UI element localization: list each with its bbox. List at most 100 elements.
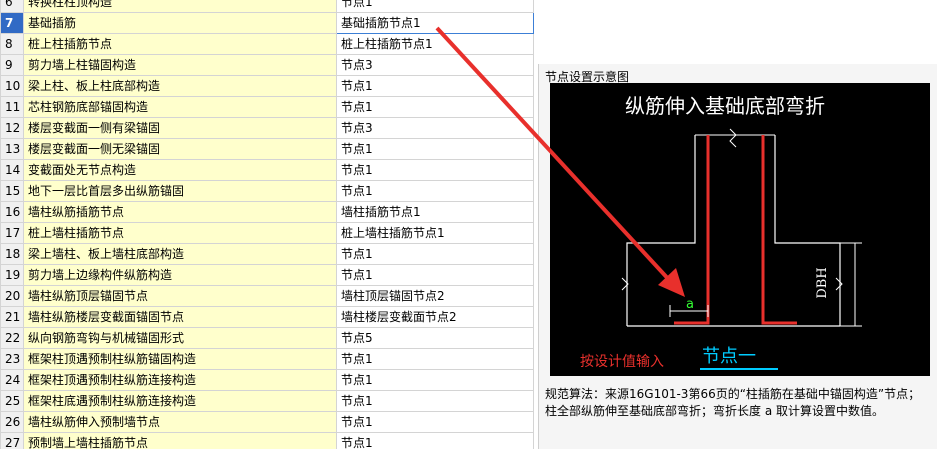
rebar-right — [761, 135, 797, 325]
setting-name-cell: 剪力墙上边缘构件纵筋构造 — [23, 264, 337, 286]
setting-value-cell[interactable]: 墙柱插筋节点1 — [336, 201, 534, 223]
setting-value-cell[interactable]: 节点1 — [336, 369, 534, 391]
input-note: 按设计值输入 — [580, 354, 664, 370]
setting-value-cell[interactable]: 节点1 — [336, 264, 534, 286]
row-number-cell: 21 — [0, 306, 24, 328]
table-row[interactable]: 24 框架柱顶遇预制柱纵筋连接构造 节点1 — [0, 369, 534, 391]
setting-name-cell: 墙柱纵筋插筋节点 — [23, 201, 337, 223]
setting-value-cell[interactable]: 节点1 — [336, 138, 534, 160]
row-number-cell: 10 — [0, 75, 24, 97]
row-number-cell: 26 — [0, 411, 24, 433]
table-row[interactable]: 16 墙柱纵筋插筋节点 墙柱插筋节点1 — [0, 201, 534, 223]
table-row[interactable]: 11 芯柱钢筋底部锚固构造 节点1 — [0, 96, 534, 118]
row-number-cell: 8 — [0, 33, 24, 55]
setting-name-cell: 框架柱顶遇预制柱纵筋锚固构造 — [23, 348, 337, 370]
row-number-cell: 11 — [0, 96, 24, 118]
setting-name-cell: 楼层变截面一侧无梁锚固 — [23, 138, 337, 160]
table-row[interactable]: 22 纵向钢筋弯钩与机械锚固形式 节点5 — [0, 327, 534, 349]
table-row[interactable]: 8 桩上柱插筋节点 桩上柱插筋节点1 — [0, 33, 534, 55]
setting-value-cell[interactable]: 节点1 — [336, 432, 534, 449]
node-diagram: 纵筋伸入基础底部弯折 a DBH 按设计值输入 节点一 — [550, 83, 930, 376]
setting-name-cell: 地下一层比首层多出纵筋锚固 — [23, 180, 337, 202]
row-number-cell: 7 — [0, 12, 24, 34]
row-number-cell: 12 — [0, 117, 24, 139]
foundation-outline-left — [626, 135, 696, 326]
row-number-cell: 23 — [0, 348, 24, 370]
setting-value-cell[interactable]: 节点1 — [336, 390, 534, 412]
table-row[interactable]: 15 地下一层比首层多出纵筋锚固 节点1 — [0, 180, 534, 202]
table-row[interactable]: 19 剪力墙上边缘构件纵筋构造 节点1 — [0, 264, 534, 286]
setting-name-cell: 梁上墙柱、板上墙柱底部构造 — [23, 243, 337, 265]
setting-name-cell: 梁上柱、板上柱底部构造 — [23, 75, 337, 97]
table-row[interactable]: 6 转换柱柱顶构造 节点1 — [0, 0, 534, 13]
row-number-cell: 19 — [0, 264, 24, 286]
setting-name-cell: 框架柱底遇预制柱纵筋连接构造 — [23, 390, 337, 412]
description-line-1: 规范算法：来源16G101-3第66页的“柱插筋在基础中锚固构造”节点； — [545, 387, 921, 401]
setting-name-cell: 楼层变截面一侧有梁锚固 — [23, 117, 337, 139]
setting-name-cell: 墙柱纵筋顶层锚固节点 — [23, 285, 337, 307]
dim-a-label: a — [686, 297, 694, 312]
break-mark-top — [729, 128, 737, 148]
settings-grid: 6 转换柱柱顶构造 节点1 7 基础插筋 基础插筋节点1 8 桩上柱插筋节点 桩上柱插筋节点1 9… — [0, 0, 538, 449]
setting-name-cell: 纵向钢筋弯钩与机械锚固形式 — [23, 327, 337, 349]
table-row[interactable]: 20 墙柱纵筋顶层锚固节点 墙柱顶层锚固节点2 — [0, 285, 534, 307]
table-row[interactable]: 21 墙柱纵筋楼层变截面锚固节点 墙柱楼层变截面节点2 — [0, 306, 534, 328]
table-row[interactable]: 27 预制墙上墙柱插筋节点 节点1 — [0, 432, 534, 449]
settings-table: 6 转换柱柱顶构造 节点1 7 基础插筋 基础插筋节点1 8 桩上柱插筋节点 桩上柱插筋节点1 9… — [0, 0, 534, 449]
setting-value-cell[interactable]: 节点1 — [336, 96, 534, 118]
table-row[interactable]: 26 墙柱纵筋伸入预制墙节点 节点1 — [0, 411, 534, 433]
setting-value-cell[interactable]: 节点3 — [336, 54, 534, 76]
setting-value-cell[interactable]: 节点5 — [336, 327, 534, 349]
setting-value-cell[interactable]: 基础插筋节点1 — [336, 12, 534, 34]
dbh-label: DBH — [815, 267, 830, 298]
diagram-title: 纵筋伸入基础底部弯折 — [625, 94, 825, 118]
table-row[interactable]: 18 梁上墙柱、板上墙柱底部构造 节点1 — [0, 243, 534, 265]
row-number-cell: 22 — [0, 327, 24, 349]
table-row[interactable]: 17 桩上墙柱插筋节点 桩上墙柱插筋节点1 — [0, 222, 534, 244]
setting-value-cell[interactable]: 节点1 — [336, 159, 534, 181]
row-number-cell: 15 — [0, 180, 24, 202]
setting-value-cell[interactable]: 节点1 — [336, 348, 534, 370]
foundation-outline-right — [774, 135, 841, 326]
setting-name-cell: 变截面处无节点构造 — [23, 159, 337, 181]
row-number-cell: 13 — [0, 138, 24, 160]
setting-value-cell[interactable]: 节点1 — [336, 0, 534, 13]
setting-value-cell[interactable]: 节点1 — [336, 243, 534, 265]
table-row[interactable]: 25 框架柱底遇预制柱纵筋连接构造 节点1 — [0, 390, 534, 412]
row-number-cell: 14 — [0, 159, 24, 181]
node-label: 节点一 — [702, 346, 756, 367]
row-number-cell: 9 — [0, 54, 24, 76]
row-number-cell: 27 — [0, 432, 24, 449]
table-row[interactable]: 10 梁上柱、板上柱底部构造 节点1 — [0, 75, 534, 97]
table-row[interactable]: 9 剪力墙上柱锚固构造 节点3 — [0, 54, 534, 76]
setting-value-cell[interactable]: 节点1 — [336, 75, 534, 97]
rebar-left — [674, 135, 710, 325]
row-number-cell: 25 — [0, 390, 24, 412]
setting-value-cell[interactable]: 墙柱顶层锚固节点2 — [336, 285, 534, 307]
setting-value-cell[interactable]: 桩上柱插筋节点1 — [336, 33, 534, 55]
table-row[interactable]: 7 基础插筋 基础插筋节点1 — [0, 12, 534, 34]
setting-name-cell: 墙柱纵筋楼层变截面锚固节点 — [23, 306, 337, 328]
break-mark-right — [835, 277, 843, 291]
setting-value-cell[interactable]: 墙柱楼层变截面节点2 — [336, 306, 534, 328]
row-number-cell: 24 — [0, 369, 24, 391]
table-row[interactable]: 13 楼层变截面一侧无梁锚固 节点1 — [0, 138, 534, 160]
setting-value-cell[interactable]: 桩上墙柱插筋节点1 — [336, 222, 534, 244]
table-row[interactable]: 12 楼层变截面一侧有梁锚固 节点3 — [0, 117, 534, 139]
rule-description: 规范算法：来源16G101-3第66页的“柱插筋在基础中锚固构造”节点； 柱全部… — [545, 386, 935, 420]
setting-name-cell: 框架柱顶遇预制柱纵筋连接构造 — [23, 369, 337, 391]
setting-name-cell: 桩上墙柱插筋节点 — [23, 222, 337, 244]
setting-name-cell: 墙柱纵筋伸入预制墙节点 — [23, 411, 337, 433]
row-number-cell: 16 — [0, 201, 24, 223]
setting-name-cell: 桩上柱插筋节点 — [23, 33, 337, 55]
row-number-cell: 6 — [0, 0, 24, 13]
setting-value-cell[interactable]: 节点3 — [336, 117, 534, 139]
row-number-cell: 20 — [0, 285, 24, 307]
setting-name-cell: 基础插筋 — [23, 12, 337, 34]
table-row[interactable]: 23 框架柱顶遇预制柱纵筋锚固构造 节点1 — [0, 348, 534, 370]
setting-value-cell[interactable]: 节点1 — [336, 180, 534, 202]
setting-name-cell: 剪力墙上柱锚固构造 — [23, 54, 337, 76]
setting-name-cell: 芯柱钢筋底部锚固构造 — [23, 96, 337, 118]
setting-value-cell[interactable]: 节点1 — [336, 411, 534, 433]
table-row[interactable]: 14 变截面处无节点构造 节点1 — [0, 159, 534, 181]
